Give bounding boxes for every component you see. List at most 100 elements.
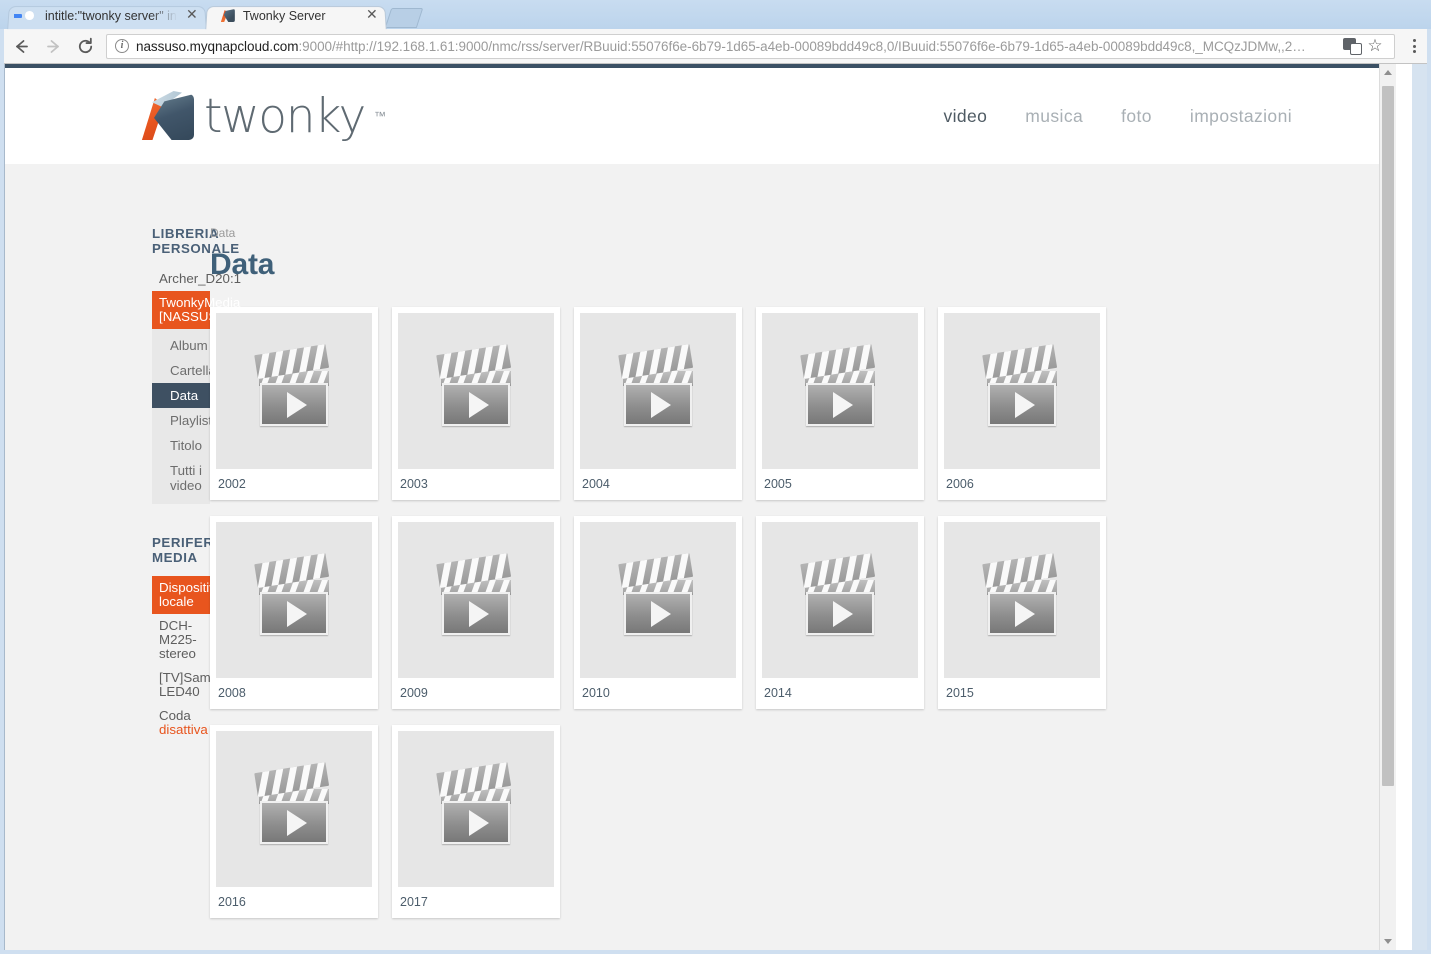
sidebar: LIBRERIA PERSONALE Archer_D20:1 TwonkyMe… bbox=[5, 226, 247, 918]
window-edge-bottom bbox=[0, 950, 1431, 954]
breadcrumb[interactable]: Data bbox=[210, 226, 1396, 240]
twonky-icon bbox=[220, 8, 236, 24]
video-tile-label: 2006 bbox=[946, 477, 974, 491]
video-thumbnail[interactable] bbox=[216, 731, 372, 887]
video-tile-label: 2014 bbox=[764, 686, 792, 700]
address-bar[interactable]: i nassuso.myqnapcloud.com:9000/#http://1… bbox=[106, 33, 1395, 59]
close-icon[interactable]: ✕ bbox=[184, 8, 200, 24]
video-tile[interactable]: 2002 bbox=[210, 307, 378, 500]
video-tile[interactable]: 2005 bbox=[756, 307, 924, 500]
sidebar-item-samsung-led40[interactable]: [TV]Samsung LED40 bbox=[152, 666, 240, 704]
video-clapperboard-icon bbox=[436, 762, 514, 845]
sidebar-item-dch-m225-stereo[interactable]: DCH-M225-stereo bbox=[152, 614, 210, 666]
sidebar-item-playlist[interactable]: Playlist bbox=[152, 408, 212, 433]
sidebar-item-dispositivo-locale[interactable]: Dispositivo locale bbox=[152, 576, 223, 614]
main-panel: Data Data 2002 2003 2004 2005 2006 2008 2009 20… bbox=[210, 226, 1396, 918]
video-thumbnail[interactable] bbox=[398, 313, 554, 469]
video-thumbnail[interactable] bbox=[216, 313, 372, 469]
nav-item-video[interactable]: video bbox=[943, 106, 987, 127]
site-info-icon[interactable]: i bbox=[115, 39, 129, 53]
url-path: :9000/#http://192.168.1.61:9000/nmc/rss/… bbox=[298, 38, 1306, 54]
video-tile[interactable]: 2014 bbox=[756, 516, 924, 709]
nav-item-musica[interactable]: musica bbox=[1025, 106, 1083, 127]
video-thumbnail[interactable] bbox=[580, 522, 736, 678]
sidebar-heading-library: LIBRERIA PERSONALE bbox=[152, 226, 240, 256]
sidebar-submenu: Album Cartella Data Playlist Titolo Tutt… bbox=[152, 329, 216, 504]
browser-tab-twonky-server[interactable]: Twonky Server ✕ bbox=[205, 3, 387, 30]
url-host: nassuso.myqnapcloud.com bbox=[136, 38, 299, 54]
video-tile[interactable]: 2003 bbox=[392, 307, 560, 500]
video-thumbnail[interactable] bbox=[398, 731, 554, 887]
close-icon[interactable]: ✕ bbox=[364, 8, 380, 24]
site-header: twonky ™ video musica foto impostazioni bbox=[5, 68, 1396, 164]
window-edge-right bbox=[1427, 29, 1431, 954]
video-thumbnail[interactable] bbox=[580, 313, 736, 469]
video-tile[interactable]: 2006 bbox=[938, 307, 1106, 500]
nav-item-impostazioni[interactable]: impostazioni bbox=[1190, 106, 1292, 127]
video-tile[interactable]: 2008 bbox=[210, 516, 378, 709]
video-tile[interactable]: 2016 bbox=[210, 725, 378, 918]
sidebar-item-data[interactable]: Data bbox=[152, 383, 210, 408]
video-tile-label: 2008 bbox=[218, 686, 246, 700]
coda-label: Coda bbox=[159, 708, 191, 723]
scroll-down-arrow-icon[interactable] bbox=[1380, 933, 1396, 950]
twonky-logo[interactable]: twonky ™ bbox=[139, 88, 386, 144]
video-tile-label: 2005 bbox=[764, 477, 792, 491]
video-tile[interactable]: 2010 bbox=[574, 516, 742, 709]
chrome-menu-icon[interactable] bbox=[1403, 39, 1425, 53]
video-clapperboard-icon bbox=[982, 553, 1060, 636]
sidebar-item-album[interactable]: Album bbox=[152, 333, 210, 358]
scroll-up-arrow-icon[interactable] bbox=[1380, 64, 1396, 81]
video-thumbnail[interactable] bbox=[762, 522, 918, 678]
video-tile-label: 2002 bbox=[218, 477, 246, 491]
browser-window: intitle:"twonky server" in ✕ Twonky Serv… bbox=[0, 0, 1431, 954]
video-clapperboard-icon bbox=[436, 553, 514, 636]
video-tile-label: 2015 bbox=[946, 686, 974, 700]
video-grid: 2002 2003 2004 2005 2006 2008 2009 2010 2014 2015… bbox=[210, 307, 1134, 918]
video-tile-label: 2004 bbox=[582, 477, 610, 491]
video-tile-label: 2010 bbox=[582, 686, 610, 700]
sidebar-item-titolo[interactable]: Titolo bbox=[152, 433, 210, 458]
scrollbar-thumb[interactable] bbox=[1382, 86, 1394, 786]
trademark-symbol: ™ bbox=[373, 109, 386, 123]
nav-item-foto[interactable]: foto bbox=[1121, 106, 1152, 127]
reload-icon[interactable] bbox=[70, 32, 100, 60]
sidebar-item-cartella[interactable]: Cartella bbox=[152, 358, 216, 383]
video-clapperboard-icon bbox=[436, 344, 514, 427]
video-clapperboard-icon bbox=[800, 553, 878, 636]
bookmark-star-icon[interactable]: ☆ bbox=[1362, 36, 1388, 56]
video-thumbnail[interactable] bbox=[762, 313, 918, 469]
video-clapperboard-icon bbox=[254, 344, 332, 427]
video-tile[interactable]: 2004 bbox=[574, 307, 742, 500]
video-tile[interactable]: 2015 bbox=[938, 516, 1106, 709]
video-clapperboard-icon bbox=[254, 553, 332, 636]
video-thumbnail[interactable] bbox=[398, 522, 554, 678]
back-icon[interactable] bbox=[6, 32, 36, 60]
coda-value[interactable]: disattiva bbox=[159, 722, 208, 737]
google-icon bbox=[22, 8, 38, 24]
video-thumbnail[interactable] bbox=[216, 522, 372, 678]
video-thumbnail[interactable] bbox=[944, 522, 1100, 678]
main-navigation: video musica foto impostazioni bbox=[943, 106, 1292, 127]
video-tile[interactable]: 2009 bbox=[392, 516, 560, 709]
twonky-page: twonky ™ video musica foto impostazioni … bbox=[5, 64, 1396, 950]
page-scrollbar[interactable] bbox=[1379, 64, 1396, 950]
tab-strip: intitle:"twonky server" in ✕ Twonky Serv… bbox=[0, 0, 1431, 30]
video-tile-label: 2003 bbox=[400, 477, 428, 491]
new-tab-button[interactable] bbox=[384, 8, 424, 28]
page-viewport: twonky ™ video musica foto impostazioni … bbox=[4, 64, 1412, 950]
browser-tab-google-search[interactable]: intitle:"twonky server" in ✕ bbox=[7, 3, 207, 30]
sidebar-item-coda[interactable]: Coda disattiva bbox=[152, 704, 210, 742]
video-tile[interactable]: 2017 bbox=[392, 725, 560, 918]
video-thumbnail[interactable] bbox=[944, 313, 1100, 469]
video-clapperboard-icon bbox=[800, 344, 878, 427]
twonky-logo-text: twonky bbox=[204, 88, 366, 144]
sidebar-item-twonkymedia[interactable]: TwonkyMedia [NASSUSO] bbox=[152, 291, 240, 329]
url-text: nassuso.myqnapcloud.com:9000/#http://192… bbox=[136, 39, 1339, 54]
sidebar-item-tutti-i-video[interactable]: Tutti i video bbox=[152, 458, 210, 498]
tab-title: Twonky Server bbox=[242, 9, 326, 23]
forward-icon[interactable] bbox=[38, 32, 68, 60]
video-clapperboard-icon bbox=[982, 344, 1060, 427]
translate-icon[interactable] bbox=[1343, 37, 1362, 55]
sidebar-item-archer[interactable]: Archer_D20:1 bbox=[152, 267, 241, 291]
